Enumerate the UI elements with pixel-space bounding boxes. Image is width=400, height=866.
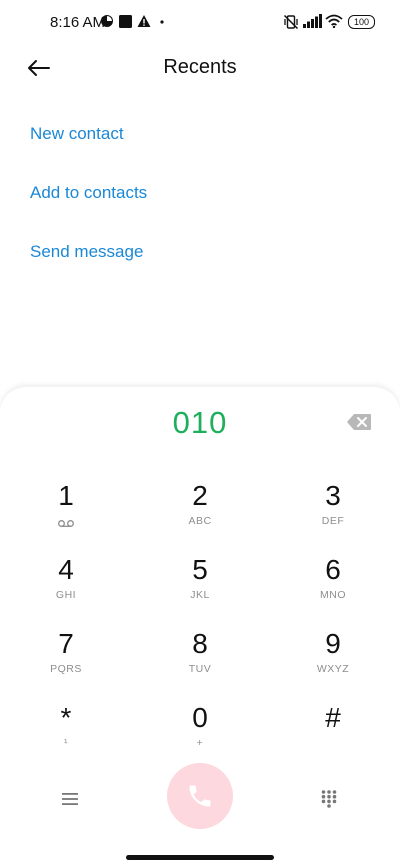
battery-icon: 100 — [348, 15, 375, 29]
phone-icon — [189, 785, 211, 807]
key-digit: 0 — [192, 702, 208, 733]
key-8[interactable]: 8 TUV — [140, 627, 260, 693]
warning-icon — [137, 15, 151, 27]
key-5[interactable]: 5 JKL — [140, 553, 260, 619]
key-letters: MNO — [320, 589, 346, 601]
key-letters: + — [196, 737, 204, 749]
menu-button[interactable] — [55, 784, 85, 814]
app-notification-icon — [101, 15, 113, 27]
square-notification-icon — [119, 15, 132, 28]
battery-level: 100 — [353, 17, 370, 27]
key-letters — [273, 737, 393, 751]
key-letters: DEF — [321, 515, 345, 527]
wifi-icon — [325, 14, 343, 28]
backspace-icon — [347, 414, 371, 430]
key-digit: 5 — [192, 554, 208, 585]
key-digit: 8 — [192, 628, 208, 659]
new-contact-link[interactable]: New contact — [30, 124, 124, 144]
dialpad-panel: 010 1 2 ABC 3 DEF 4 GHI 5 JKL 6 MNO 7 PQ… — [0, 387, 400, 866]
dot-icon — [160, 20, 164, 24]
key-digit: # — [325, 702, 341, 733]
home-indicator[interactable] — [126, 855, 274, 860]
key-3[interactable]: 3 DEF — [273, 479, 393, 545]
call-button[interactable] — [167, 763, 233, 829]
key-digit: 4 — [58, 554, 74, 585]
key-letters: GHI — [55, 589, 77, 601]
add-to-contacts-link[interactable]: Add to contacts — [30, 183, 147, 203]
page-title: Recents — [163, 56, 237, 78]
key-letters: WXYZ — [316, 663, 350, 675]
key-4[interactable]: 4 GHI — [6, 553, 126, 619]
key-2[interactable]: 2 ABC — [140, 479, 260, 545]
key-6[interactable]: 6 MNO — [273, 553, 393, 619]
key-digit: 1 — [58, 480, 74, 511]
key-digit: * — [60, 702, 72, 733]
dialpad-grid-icon — [321, 790, 337, 808]
status-time: 8:16 AM — [50, 14, 106, 31]
key-digit: 7 — [58, 628, 74, 659]
key-7[interactable]: 7 PQRS — [6, 627, 126, 693]
key-star[interactable]: * ¹ — [6, 701, 126, 767]
key-letters: PQRS — [50, 663, 82, 675]
key-digit: 6 — [325, 554, 341, 585]
key-letters: JKL — [190, 589, 210, 601]
vibrate-off-icon — [283, 14, 299, 30]
signal-icon — [303, 14, 322, 28]
key-hash[interactable]: # — [273, 701, 393, 767]
key-letters: ABC — [188, 515, 212, 527]
key-letters: ¹ — [64, 737, 68, 749]
phone-screen: 8:16 AM 100 Recents New contact Add to c… — [0, 0, 400, 866]
dialpad-toggle-button[interactable] — [314, 784, 344, 814]
key-1[interactable]: 1 — [6, 479, 126, 545]
dialed-number[interactable]: 010 — [0, 405, 400, 441]
status-bar: 8:16 AM 100 — [0, 0, 400, 44]
menu-icon — [62, 793, 78, 805]
backspace-button[interactable] — [346, 413, 372, 431]
key-digit: 3 — [325, 480, 341, 511]
voicemail-icon — [58, 520, 74, 527]
key-letters: TUV — [188, 663, 212, 675]
key-0[interactable]: 0 + — [140, 701, 260, 767]
send-message-link[interactable]: Send message — [30, 242, 143, 262]
key-digit: 2 — [192, 480, 208, 511]
key-digit: 9 — [325, 628, 341, 659]
key-9[interactable]: 9 WXYZ — [273, 627, 393, 693]
